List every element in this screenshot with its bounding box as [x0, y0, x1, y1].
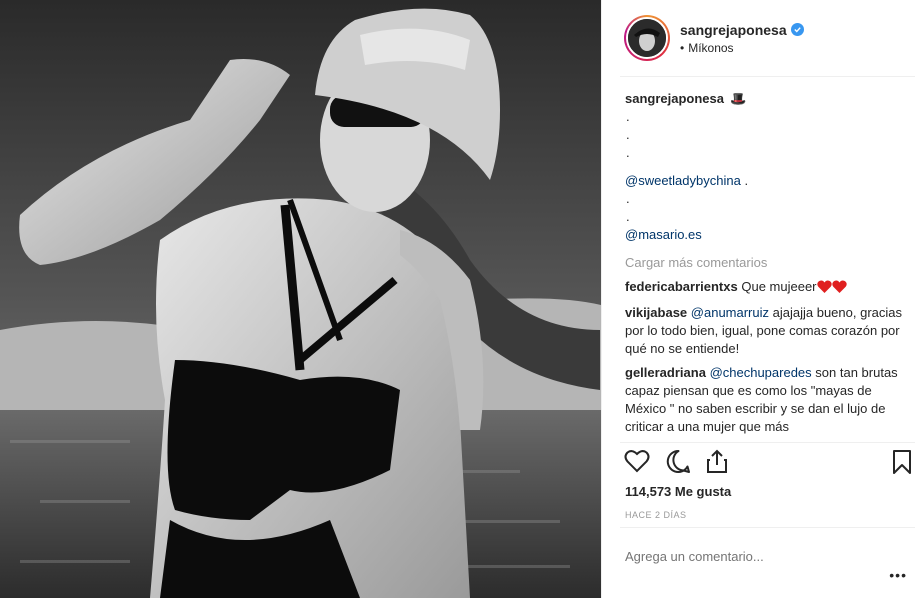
- comments-list: sangrejaponesa 🎩 . . . @sweetladybychina…: [625, 90, 905, 442]
- more-options-icon[interactable]: •••: [889, 567, 907, 583]
- post-modal: sangrejaponesa • Míkonos sangrejaponesa 🎩…: [0, 0, 915, 598]
- post-username-row: sangrejaponesa: [680, 22, 804, 38]
- comment-username[interactable]: federicabarrientxs: [625, 279, 738, 294]
- comment-mention[interactable]: @anumarruiz: [691, 305, 769, 320]
- add-comment-divider: [620, 527, 915, 528]
- heart-icon[interactable]: [624, 449, 650, 476]
- post-timestamp[interactable]: HACE 2 DÍAS: [625, 510, 687, 520]
- location-dot: •: [680, 40, 685, 55]
- caption-dot: .: [626, 145, 630, 160]
- header-divider: [620, 76, 915, 77]
- post-side-panel: sangrejaponesa • Míkonos sangrejaponesa 🎩…: [601, 0, 915, 598]
- verified-icon: [790, 23, 804, 36]
- post-location[interactable]: Míkonos: [688, 41, 733, 55]
- heart-emoji-icon: [816, 280, 832, 298]
- load-more-comments[interactable]: Cargar más comentarios: [625, 254, 905, 272]
- comment-item: vikijabase @anumarruiz ajajajja bueno, g…: [625, 304, 905, 358]
- caption-dot: .: [626, 209, 630, 224]
- likes-count[interactable]: 114,573 Me gusta: [625, 484, 731, 499]
- post-photo[interactable]: [0, 0, 601, 598]
- caption-dot: .: [626, 191, 630, 206]
- comment-item: gelleradriana @chechuparedes son tan bru…: [625, 364, 905, 436]
- photo-image: [0, 0, 601, 598]
- avatar[interactable]: [624, 15, 670, 61]
- avatar-icon: [628, 19, 666, 57]
- heart-emoji-icon: [831, 280, 847, 298]
- post-location-row: • Míkonos: [680, 41, 804, 55]
- caption: sangrejaponesa 🎩: [625, 90, 905, 108]
- actions-divider: [620, 442, 915, 443]
- caption-mention-tail: .: [740, 173, 749, 188]
- action-bar: [624, 449, 915, 477]
- comment-text: Que mujeeer: [741, 279, 817, 294]
- comment-username[interactable]: gelleradriana: [625, 365, 706, 380]
- add-comment-input[interactable]: [625, 549, 865, 564]
- caption-mention-line: @sweetladybychina .: [625, 172, 905, 190]
- post-header: sangrejaponesa • Míkonos: [602, 0, 915, 76]
- post-header-text: sangrejaponesa • Míkonos: [680, 22, 804, 55]
- caption-dot: .: [626, 109, 630, 124]
- caption-emoji: 🎩: [730, 91, 747, 106]
- caption-mention[interactable]: @sweetladybychina: [625, 173, 741, 188]
- avatar-image: [626, 17, 668, 59]
- comment-icon[interactable]: [666, 449, 691, 477]
- share-icon[interactable]: [706, 449, 728, 477]
- caption-mention-line: @masario.es: [625, 226, 905, 244]
- post-username[interactable]: sangrejaponesa: [680, 22, 787, 38]
- comment-item: federicabarrientxs Que mujeeer: [625, 278, 905, 298]
- bookmark-icon[interactable]: [892, 449, 912, 478]
- comment-username[interactable]: vikijabase: [625, 305, 687, 320]
- caption-mention[interactable]: @masario.es: [625, 227, 702, 242]
- caption-dot: .: [626, 127, 630, 142]
- caption-username[interactable]: sangrejaponesa: [625, 90, 724, 108]
- comment-mention[interactable]: @chechuparedes: [710, 365, 812, 380]
